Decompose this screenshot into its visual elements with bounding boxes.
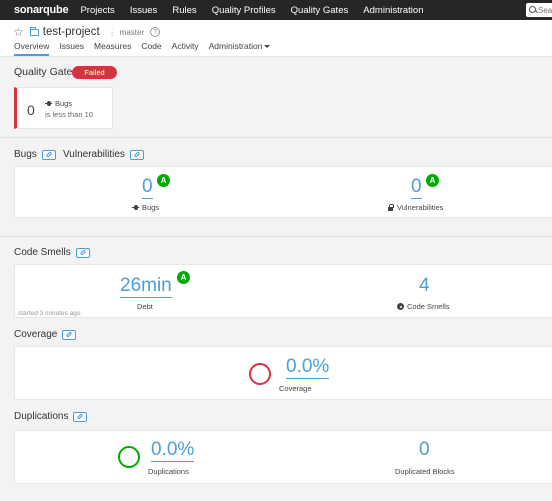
project-title-row: ☆ test-project ⋮ master ?: [13, 25, 161, 39]
project-tabs: Overview Issues Measures Code Activity A…: [14, 41, 280, 56]
section-divider: [0, 236, 552, 237]
bugs-value[interactable]: 0: [142, 176, 153, 199]
tab-administration[interactable]: Administration: [209, 41, 271, 56]
debt-value[interactable]: 26min: [120, 275, 172, 298]
bugs-link-icon[interactable]: [41, 149, 56, 160]
condition-metric: Bugs: [45, 99, 72, 108]
duplications-section-title: Duplications: [14, 411, 88, 422]
condition-metric-label: Bugs: [55, 99, 73, 108]
bugs-label-text: Bugs: [142, 203, 160, 212]
bugs-vulnerabilities-card: 0 A Bugs 0 A Vulnerabilities: [14, 166, 552, 218]
section-divider: [0, 137, 552, 138]
bug-icon: [45, 100, 52, 107]
code-smells-card: 26min A Debt 4 Code Smells: [14, 264, 552, 318]
duplications-title: Duplications: [14, 411, 69, 422]
coverage-value[interactable]: 0.0%: [286, 356, 330, 379]
tab-activity[interactable]: Activity: [172, 41, 199, 56]
quality-gate-title: Quality Gate: [14, 66, 73, 78]
quality-gate-status-badge: Failed: [72, 66, 117, 79]
bugs-title: Bugs: [14, 149, 37, 160]
duplicated-blocks-label: Duplicated Blocks: [395, 467, 455, 476]
tab-measures[interactable]: Measures: [94, 41, 131, 56]
bugs-section-title: Bugs: [14, 149, 56, 160]
global-search[interactable]: [526, 3, 552, 17]
vulnerabilities-section-title: Vulnerabilities: [63, 149, 144, 160]
bug-icon: [132, 204, 139, 211]
nav-quality-gates[interactable]: Quality Gates: [291, 5, 349, 16]
coverage-section-title: Coverage: [14, 329, 77, 340]
vulnerabilities-rating[interactable]: A: [426, 174, 439, 187]
code-smells-link-icon[interactable]: [75, 247, 90, 258]
project-name[interactable]: test-project: [43, 26, 100, 38]
favorite-star-icon[interactable]: ☆: [13, 25, 24, 39]
chevron-down-icon: [264, 45, 271, 49]
nav-administration[interactable]: Administration: [363, 5, 423, 16]
condition-text: is less than 10: [45, 110, 93, 119]
vulnerabilities-label-text: Vulnerabilities: [397, 203, 444, 212]
code-smells-label: Code Smells: [397, 302, 450, 311]
code-smells-value[interactable]: 4: [419, 275, 430, 297]
duplications-value[interactable]: 0.0%: [151, 439, 195, 462]
vulnerabilities-title: Vulnerabilities: [63, 149, 125, 160]
nav-projects[interactable]: Projects: [80, 5, 114, 16]
code-smells-title: Code Smells: [14, 247, 71, 258]
nav-quality-profiles[interactable]: Quality Profiles: [212, 5, 276, 16]
bugs-label: Bugs: [132, 203, 159, 212]
help-icon[interactable]: ?: [150, 27, 161, 37]
vulnerabilities-label: Vulnerabilities: [387, 203, 443, 212]
search-input[interactable]: [538, 5, 552, 15]
duplications-card: 0.0% Duplications 0 Duplicated Blocks: [14, 430, 552, 484]
condition-value: 0: [27, 102, 35, 118]
coverage-donut-chart: [249, 363, 271, 385]
nav-rules[interactable]: Rules: [172, 5, 196, 16]
sonarqube-logo[interactable]: sonarqube: [14, 4, 69, 16]
quality-gate-condition-card[interactable]: 0 Bugs is less than 10: [14, 87, 113, 129]
tab-issues[interactable]: Issues: [59, 41, 84, 56]
top-navbar: sonarqube Projects Issues Rules Quality …: [0, 0, 552, 20]
nav-issues[interactable]: Issues: [130, 5, 157, 16]
duplications-label: Duplications: [148, 467, 189, 476]
duplicated-blocks-value[interactable]: 0: [419, 439, 430, 461]
debt-rating[interactable]: A: [177, 271, 190, 284]
search-icon: [529, 6, 536, 14]
project-folder-icon: [29, 26, 39, 36]
tab-code[interactable]: Code: [141, 41, 161, 56]
coverage-label: Coverage: [279, 384, 312, 393]
coverage-link-icon[interactable]: [62, 329, 77, 340]
coverage-card: 0.0% Coverage: [14, 346, 552, 400]
lock-icon: [387, 204, 394, 211]
global-nav: Projects Issues Rules Quality Profiles Q…: [80, 4, 435, 16]
tab-administration-label: Administration: [208, 41, 263, 51]
vulnerabilities-link-icon[interactable]: [129, 149, 144, 160]
tab-overview[interactable]: Overview: [14, 41, 50, 56]
duplications-link-icon[interactable]: [73, 411, 88, 422]
code-smells-label-text: Code Smells: [407, 302, 450, 311]
debt-label: Debt: [137, 302, 153, 311]
coverage-title: Coverage: [14, 329, 58, 340]
bugs-rating[interactable]: A: [157, 174, 170, 187]
vulnerabilities-value[interactable]: 0: [411, 176, 422, 199]
branch-name: master: [119, 27, 145, 37]
duplications-donut-chart: [118, 446, 140, 468]
analysis-timestamp: started 3 minutes ago: [18, 310, 81, 317]
code-smell-icon: [397, 303, 404, 310]
project-header: ☆ test-project ⋮ master ? Overview Issue…: [0, 20, 552, 57]
branch-icon: ⋮: [107, 26, 117, 37]
code-smells-section-title: Code Smells: [14, 247, 90, 258]
